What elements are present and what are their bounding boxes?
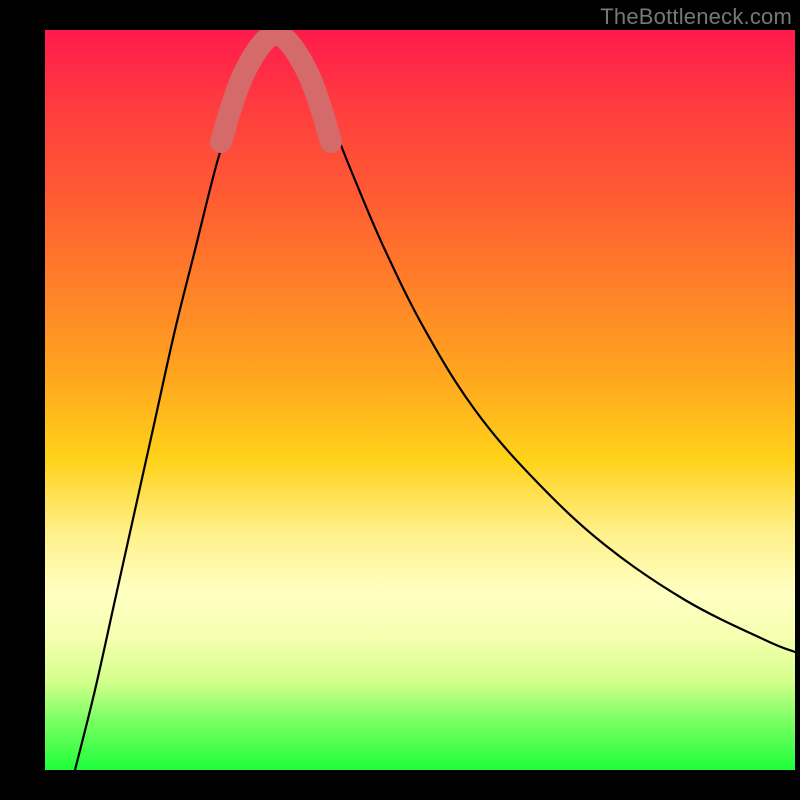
watermark-text: TheBottleneck.com (600, 4, 792, 30)
curve-layer (45, 30, 795, 770)
highlight-band (221, 35, 331, 142)
chart-frame: TheBottleneck.com (0, 0, 800, 800)
plot-area (45, 30, 795, 770)
bottleneck-curve (75, 32, 795, 770)
